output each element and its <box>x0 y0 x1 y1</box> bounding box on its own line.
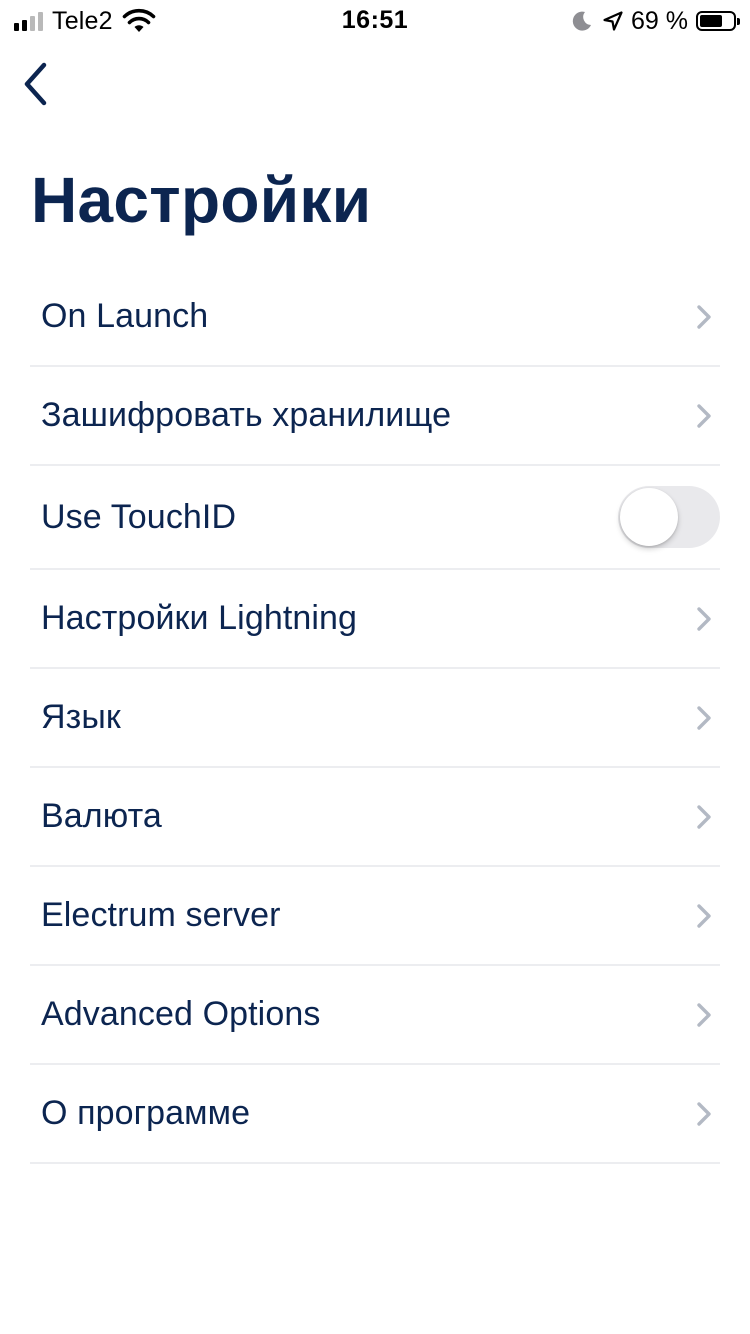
settings-row-label: Use TouchID <box>41 497 237 536</box>
settings-row-touchid: Use TouchID <box>30 466 720 570</box>
chevron-right-icon <box>697 705 711 730</box>
battery-percent: 69 % <box>631 6 688 35</box>
settings-list: On Launch Зашифровать хранилище Use Touc… <box>30 268 720 1164</box>
settings-row-label: Advanced Options <box>41 995 321 1033</box>
settings-row-on-launch[interactable]: On Launch <box>30 268 720 367</box>
settings-row-language[interactable]: Язык <box>30 669 720 768</box>
chevron-right-icon <box>697 804 711 829</box>
touchid-toggle[interactable] <box>618 486 720 548</box>
settings-row-label: Зашифровать хранилище <box>41 396 452 434</box>
settings-row-label: Настройки Lightning <box>41 599 358 637</box>
battery-icon <box>696 11 740 31</box>
chevron-right-icon <box>697 606 711 631</box>
battery-tip <box>737 18 740 25</box>
chevron-right-icon <box>697 1002 711 1027</box>
chevron-right-icon <box>697 304 711 329</box>
settings-row-label: Electrum server <box>41 896 281 934</box>
toggle-knob <box>620 488 678 546</box>
chevron-right-icon <box>697 1101 711 1126</box>
settings-row-encrypt-storage[interactable]: Зашифровать хранилище <box>30 367 720 466</box>
battery-fill <box>700 15 722 27</box>
settings-row-about[interactable]: О программе <box>30 1065 720 1164</box>
settings-row-label: On Launch <box>41 297 209 335</box>
settings-row-electrum-server[interactable]: Electrum server <box>30 867 720 966</box>
settings-row-advanced-options[interactable]: Advanced Options <box>30 966 720 1065</box>
location-arrow-icon <box>603 11 623 31</box>
settings-row-currency[interactable]: Валюта <box>30 768 720 867</box>
back-button[interactable] <box>10 56 60 112</box>
moon-icon <box>572 11 592 31</box>
settings-row-label: Валюта <box>41 797 162 835</box>
chevron-right-icon <box>697 903 711 928</box>
chevron-right-icon <box>697 403 711 428</box>
settings-row-lightning[interactable]: Настройки Lightning <box>30 570 720 669</box>
chevron-left-icon <box>24 62 47 106</box>
status-bar-right: 69 % <box>571 6 740 35</box>
settings-row-label: Язык <box>41 698 121 736</box>
settings-row-label: О программе <box>41 1094 251 1132</box>
page-title: Настройки <box>31 164 372 236</box>
status-bar: Tele2 16:51 69 % <box>0 0 750 42</box>
